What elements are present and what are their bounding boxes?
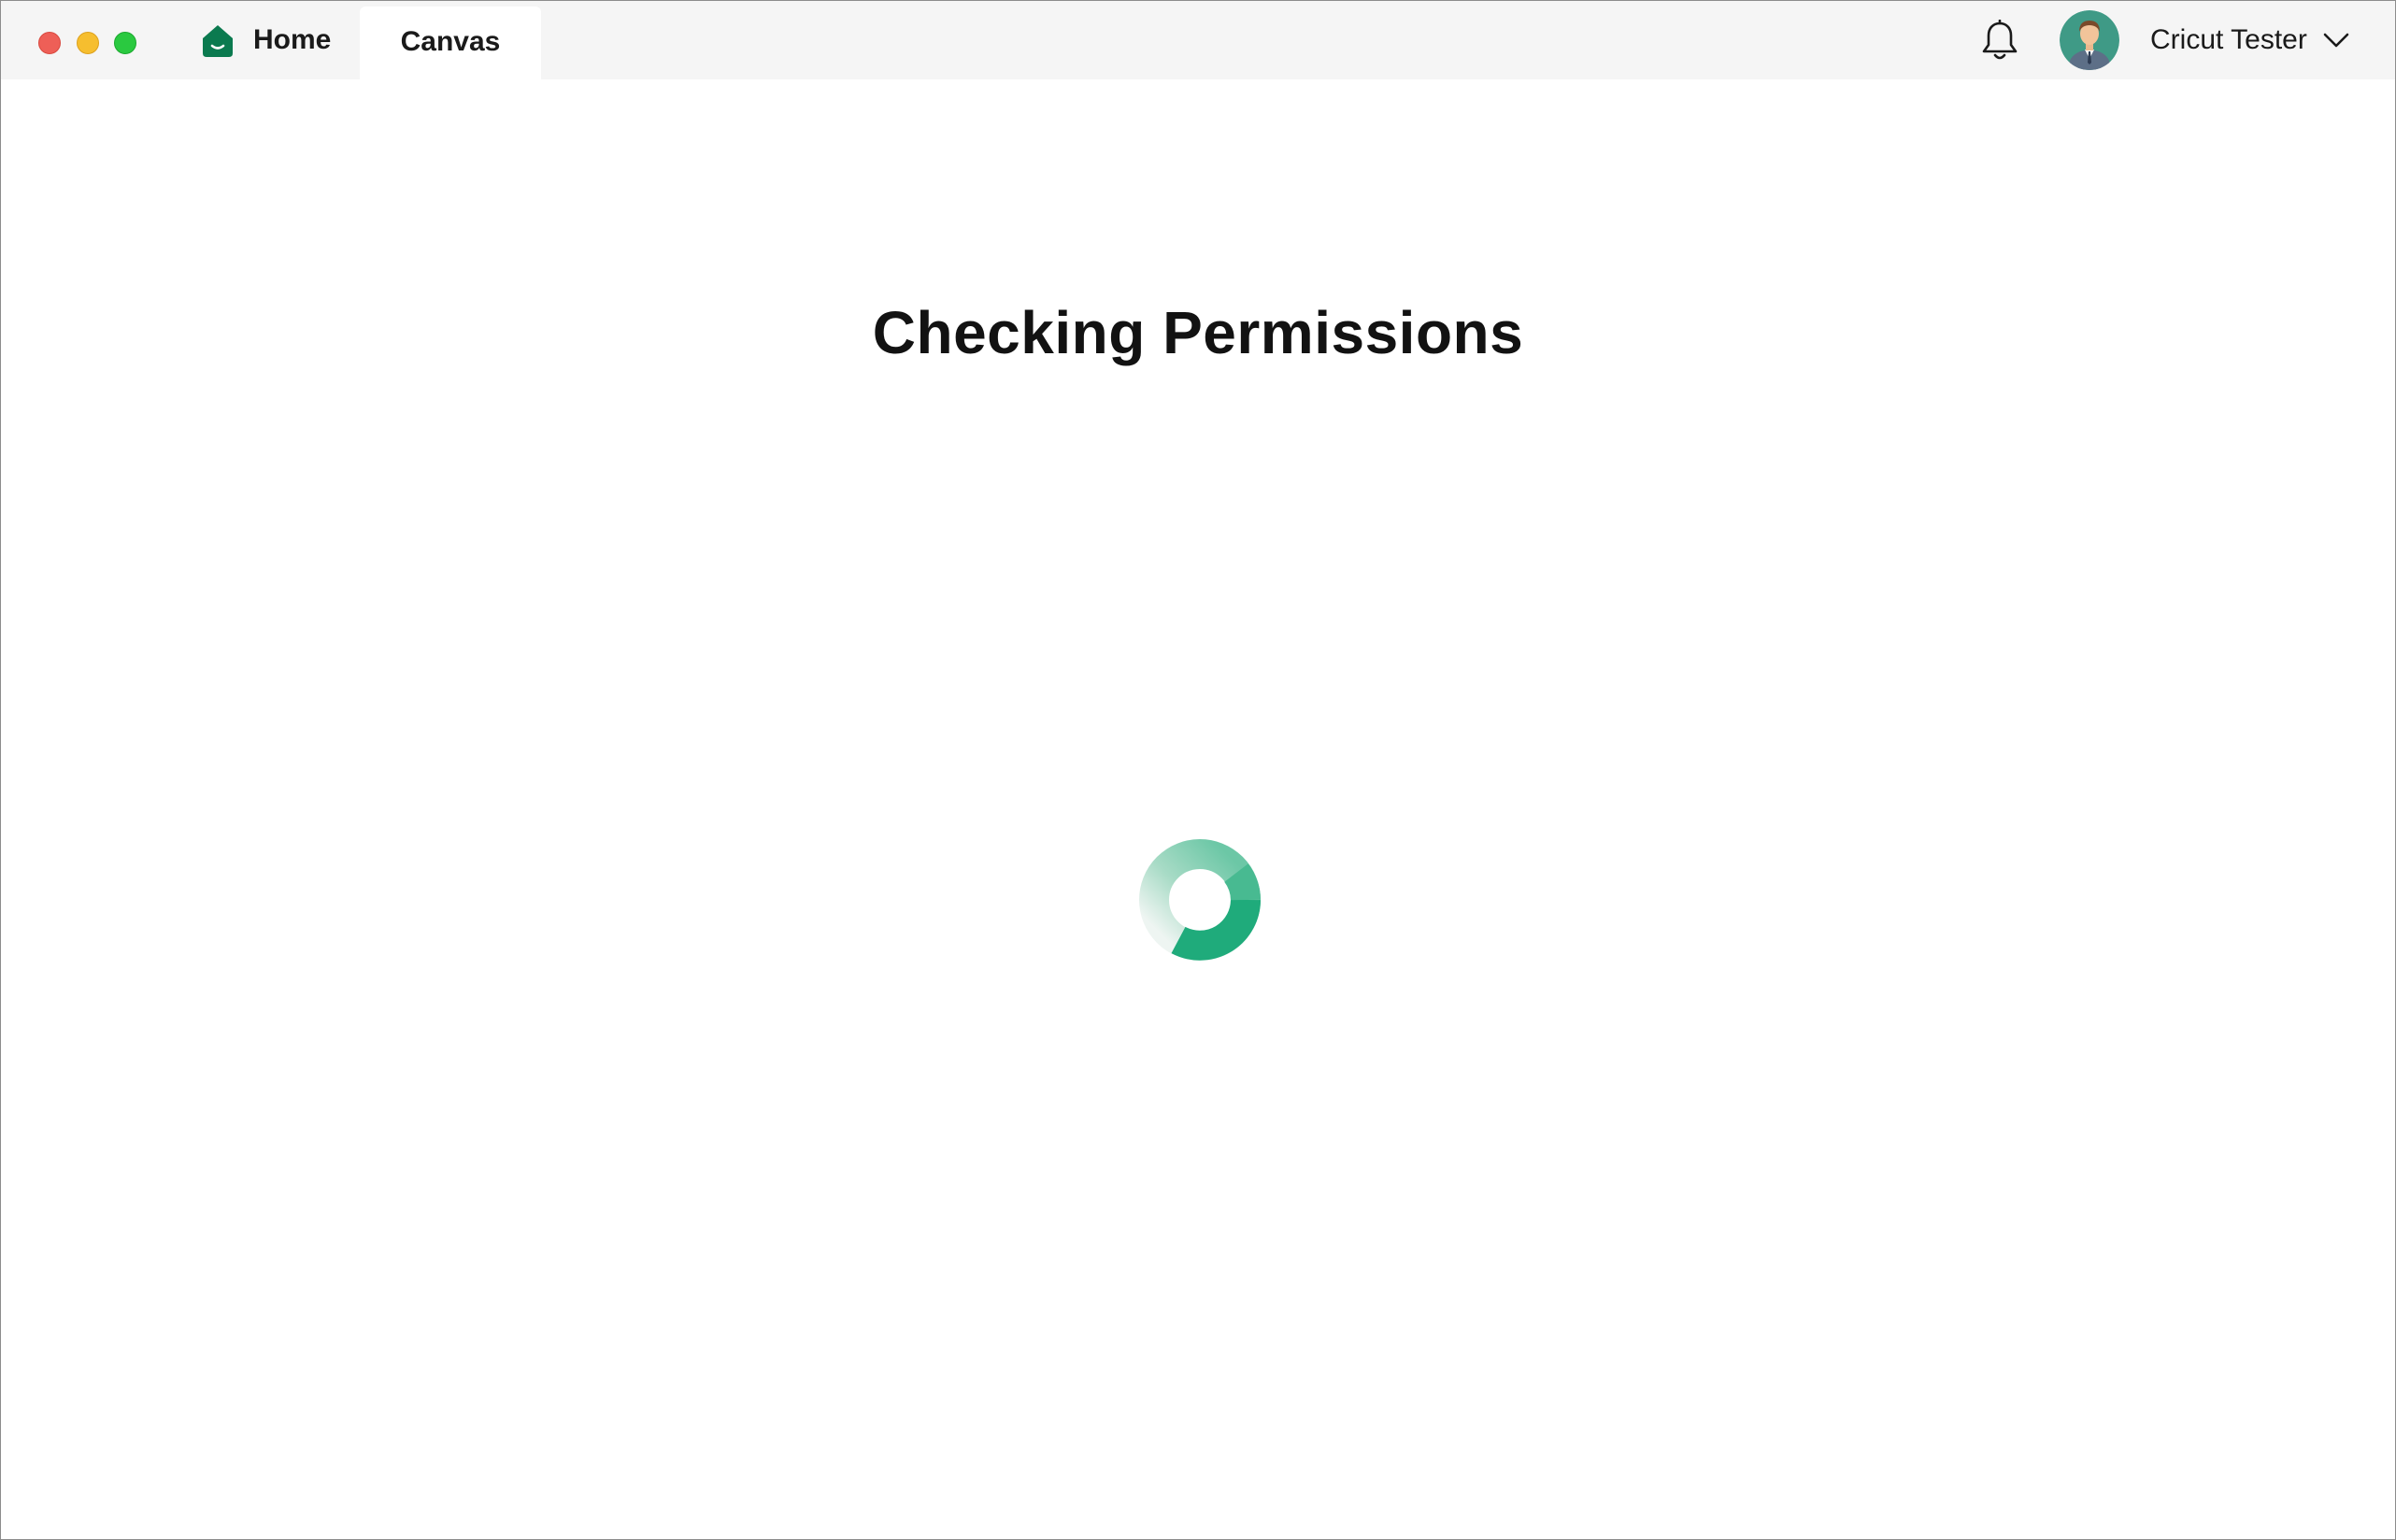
maximize-window-button[interactable] — [114, 32, 136, 54]
tab-home[interactable]: Home — [184, 1, 351, 79]
tab-canvas[interactable]: Canvas — [360, 7, 541, 79]
title-bar: Home Canvas Cricut Tester — [1, 1, 2395, 79]
tab-home-label: Home — [253, 24, 332, 55]
app-window: Home Canvas Cricut Tester Checking Permi… — [0, 0, 2396, 1540]
page-title: Checking Permissions — [872, 299, 1524, 366]
chevron-down-icon[interactable] — [2322, 29, 2350, 51]
home-icon — [203, 25, 233, 57]
bell-icon[interactable] — [1979, 20, 2020, 63]
user-avatar[interactable] — [2060, 10, 2119, 70]
user-name[interactable]: Cricut Tester — [2150, 21, 2307, 59]
minimize-window-button[interactable] — [77, 32, 99, 54]
tab-canvas-label: Canvas — [400, 26, 501, 57]
loading-spinner — [1139, 839, 1261, 961]
close-window-button[interactable] — [38, 32, 61, 54]
